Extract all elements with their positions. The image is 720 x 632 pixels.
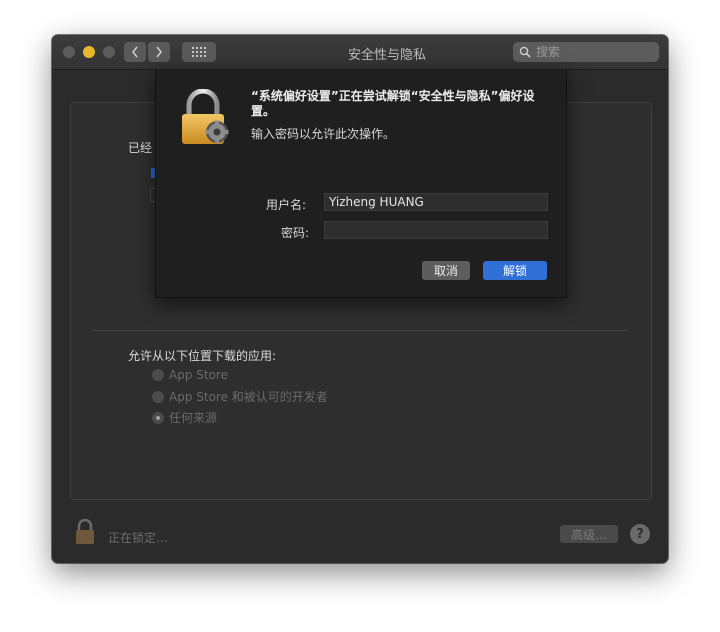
system-preferences-window: 安全性与隐私 已经 允许从以下位置下载的应用: App Store App St…: [52, 35, 668, 563]
lock-icon[interactable]: [75, 518, 95, 549]
already-label: 已经: [128, 141, 153, 155]
password-label: 密码:: [281, 226, 310, 240]
search-input[interactable]: [534, 44, 648, 60]
username-field[interactable]: [324, 193, 548, 211]
title-bar: 安全性与隐私: [52, 35, 668, 70]
window-title: 安全性与隐私: [347, 48, 426, 63]
dialog-submessage: 输入密码以允许此次操作。: [251, 127, 396, 141]
help-icon[interactable]: ?: [630, 524, 650, 544]
cancel-button[interactable]: 取消: [422, 261, 470, 280]
radio-circle[interactable]: [152, 390, 164, 403]
grid-icon: [192, 47, 206, 57]
chevron-left-icon: [132, 46, 138, 58]
radio-anywhere[interactable]: 任何来源: [152, 409, 217, 426]
radio-label: App Store: [169, 368, 228, 382]
radio-circle-selected[interactable]: [152, 411, 164, 424]
close-window-button[interactable]: [63, 46, 75, 58]
dialog-message: “系统偏好设置”正在尝试解锁“安全性与隐私”偏好设置。: [251, 89, 535, 118]
radio-app-store[interactable]: App Store: [152, 368, 228, 382]
show-all-button[interactable]: [182, 42, 216, 62]
username-label: 用户名:: [266, 198, 307, 212]
section-divider: [92, 330, 628, 331]
radio-label: App Store 和被认可的开发者: [169, 390, 328, 404]
radio-label: 任何来源: [169, 411, 218, 425]
unlock-dialog: “系统偏好设置”正在尝试解锁“安全性与隐私”偏好设置。 输入密码以允许此次操作。…: [155, 69, 567, 298]
advanced-button[interactable]: 高级…: [560, 525, 618, 543]
password-field[interactable]: [324, 221, 548, 239]
minimize-window-button[interactable]: [83, 46, 95, 58]
zoom-window-button[interactable]: [103, 46, 115, 58]
radio-app-store-identified[interactable]: App Store 和被认可的开发者: [152, 388, 328, 405]
radio-circle[interactable]: [152, 369, 164, 381]
allow-apps-label: 允许从以下位置下载的应用:: [128, 349, 277, 363]
unlock-button[interactable]: 解锁: [483, 261, 547, 280]
chevron-right-icon: [156, 46, 162, 58]
lock-icon: [179, 88, 233, 151]
forward-button[interactable]: [148, 42, 170, 62]
search-field[interactable]: [513, 42, 659, 62]
search-icon: [519, 46, 531, 58]
locking-status: 正在锁定…: [108, 531, 169, 545]
back-button[interactable]: [124, 42, 146, 62]
